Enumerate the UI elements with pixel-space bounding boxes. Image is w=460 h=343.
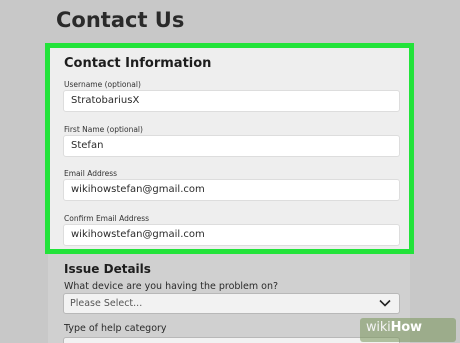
device-select-value: Please Select... — [70, 298, 143, 309]
confirm-email-label: Confirm Email Address — [64, 214, 150, 223]
username-label: Username (optional) — [64, 80, 141, 89]
first-name-label: First Name (optional) — [64, 125, 143, 134]
email-label: Email Address — [64, 169, 118, 178]
username-field[interactable]: StratobariusX — [63, 90, 400, 112]
section-title-issue: Issue Details — [64, 262, 151, 276]
chevron-down-icon — [379, 299, 391, 307]
email-field[interactable]: wikihowstefan@gmail.com — [63, 179, 400, 201]
category-select[interactable] — [63, 337, 400, 343]
category-question-label: Type of help category — [64, 323, 167, 334]
confirm-email-field[interactable]: wikihowstefan@gmail.com — [63, 224, 400, 246]
watermark-suffix: How — [390, 320, 422, 335]
section-title-contact: Contact Information — [64, 56, 212, 71]
wikihow-watermark: wikiHow — [366, 320, 422, 340]
watermark-prefix: wiki — [366, 320, 391, 335]
contact-information-section: Contact Information Username (optional) … — [45, 43, 414, 254]
page-title: Contact Us — [56, 8, 185, 32]
device-select[interactable]: Please Select... — [63, 293, 400, 314]
first-name-field[interactable]: Stefan — [63, 135, 400, 157]
device-question-label: What device are you having the problem o… — [64, 281, 279, 292]
